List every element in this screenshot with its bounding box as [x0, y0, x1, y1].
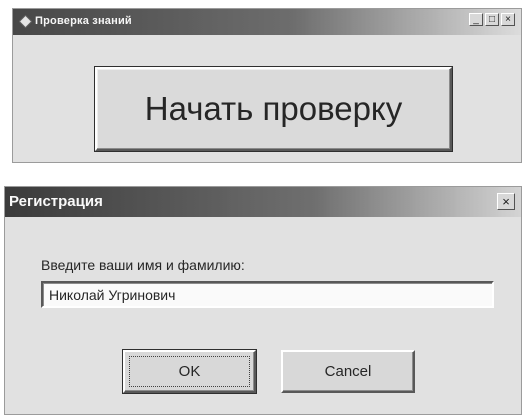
name-input[interactable] [41, 281, 494, 308]
start-check-button[interactable]: Начать проверку [95, 67, 452, 151]
main-window-titlebar[interactable]: Проверка знаний _ □ × [13, 9, 521, 35]
registration-dialog: Регистрация × Введите ваши имя и фамилию… [4, 186, 522, 415]
window-controls: _ □ × [469, 13, 515, 26]
minimize-button[interactable]: _ [469, 13, 483, 26]
main-window-client: Начать проверку [13, 35, 521, 162]
dialog-client: Введите ваши имя и фамилию: OK Cancel [5, 217, 521, 414]
dialog-close-button[interactable]: × [497, 193, 515, 210]
main-window: Проверка знаний _ □ × Начать проверку [12, 8, 522, 163]
app-icon [19, 15, 32, 28]
ok-button[interactable]: OK [123, 350, 256, 393]
maximize-button[interactable]: □ [485, 13, 499, 26]
main-window-title: Проверка знаний [35, 15, 132, 27]
name-prompt-label: Введите ваши имя и фамилию: [41, 257, 245, 273]
dialog-titlebar[interactable]: Регистрация × [5, 187, 521, 217]
dialog-title: Регистрация [9, 193, 103, 210]
close-button[interactable]: × [501, 13, 515, 26]
cancel-button[interactable]: Cancel [281, 350, 415, 393]
